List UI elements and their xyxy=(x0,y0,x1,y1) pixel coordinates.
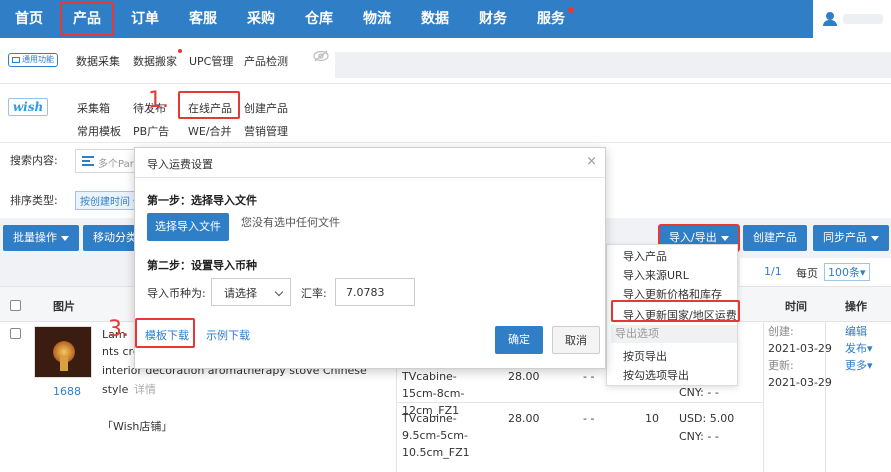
nav-finance[interactable]: 财务 xyxy=(464,0,522,38)
user-menu[interactable] xyxy=(813,0,891,38)
wish-collect-box[interactable]: 采集箱 xyxy=(77,100,110,116)
currency-label: 导入币种为: xyxy=(147,287,206,300)
variant-usd: USD: 5.00 xyxy=(679,412,735,425)
wish-logo: wish xyxy=(8,98,48,116)
dialog-title: 导入运费设置 xyxy=(147,158,213,171)
nav-home[interactable]: 首页 xyxy=(0,0,58,38)
no-file-text: 您没有选中任何文件 xyxy=(241,216,340,229)
import-shipping-dialog: 导入运费设置 × 第一步：选择导入文件 选择导入文件 您没有选中任何文件 第二步… xyxy=(134,147,606,369)
user-name-placeholder xyxy=(843,14,883,24)
eye-off-icon[interactable] xyxy=(312,50,330,62)
func-data-move[interactable]: 数据搬家 xyxy=(133,49,182,69)
nav-warehouse[interactable]: 仓库 xyxy=(290,0,348,38)
title-part: style xyxy=(102,383,129,396)
step-1-label: 1. xyxy=(148,88,169,113)
search-input[interactable]: 多个Par xyxy=(75,149,135,173)
edit-link[interactable]: 编辑 xyxy=(845,323,867,340)
menu-export-checked[interactable]: 按勾选项导出 xyxy=(623,367,689,383)
create-product-button[interactable]: 创建产品 xyxy=(743,225,807,251)
wish-pb-ads[interactable]: PB广告 xyxy=(133,123,169,139)
row-checkbox[interactable] xyxy=(10,328,21,339)
func-product-check[interactable]: 产品检测 xyxy=(244,53,288,69)
step2-title: 第二步：设置导入币种 xyxy=(147,259,257,272)
store-tag: 「Wish店铺」 xyxy=(102,420,173,433)
select-all-checkbox[interactable] xyxy=(10,300,21,311)
chevron-down-icon xyxy=(274,287,284,297)
step-3-label: 3. xyxy=(108,317,129,342)
nav-logistics[interactable]: 物流 xyxy=(348,0,406,38)
variant-qty: 10 xyxy=(645,412,659,425)
variant-dash: - - xyxy=(583,412,595,425)
rate-label: 汇率: xyxy=(301,287,327,300)
nav-services[interactable]: 服务 xyxy=(522,0,580,38)
variant-cny: CNY: - - xyxy=(679,386,719,399)
sync-product-button[interactable]: 同步产品 xyxy=(813,225,889,251)
detail-link[interactable]: 详情 xyxy=(134,381,156,398)
sort-select[interactable]: 按创建时间 ▾ xyxy=(75,191,144,210)
pagination: 1/1 每页 100条▾ xyxy=(740,258,891,286)
wish-menu: wish 采集箱 待发布 在线产品 创建产品 常用模板 PB广告 WE/合并 营… xyxy=(0,84,891,142)
menu-import-source-url[interactable]: 导入来源URL xyxy=(623,267,689,283)
publish-link[interactable]: 发布▾ xyxy=(845,340,873,357)
notification-dot xyxy=(568,7,574,13)
per-page-select[interactable]: 100条▾ xyxy=(824,263,870,281)
batch-ops-button[interactable]: 批量操作 xyxy=(3,225,79,251)
user-icon xyxy=(823,12,837,26)
variant-price: 28.00 xyxy=(508,370,540,383)
sort-label: 排序类型: xyxy=(10,194,58,207)
header-strip xyxy=(335,52,891,78)
currency-select[interactable]: 请选择 xyxy=(211,278,291,306)
wish-marketing[interactable]: 营销管理 xyxy=(244,123,288,139)
created-label: 创建: xyxy=(768,325,794,338)
export-group-label: 导出选项 xyxy=(611,325,737,343)
new-dot xyxy=(178,49,182,53)
nav-service[interactable]: 客服 xyxy=(174,0,232,38)
menu-export-page[interactable]: 按页导出 xyxy=(623,348,667,364)
variant-sku: TVcabine-9.5cm-5cm-10.5cm_FZ1 xyxy=(402,412,470,459)
dialog-header: 导入运费设置 × xyxy=(135,148,605,178)
per-page-label: 每页 xyxy=(796,267,818,280)
menu-import-product[interactable]: 导入产品 xyxy=(623,248,667,264)
product-thumbnail[interactable] xyxy=(34,326,92,378)
nav-purchase[interactable]: 采购 xyxy=(232,0,290,38)
highlight-online-products xyxy=(178,91,240,119)
variant-price: 28.00 xyxy=(508,412,540,425)
nav-product[interactable]: 产品 xyxy=(58,0,116,38)
source-link[interactable]: 1688 xyxy=(53,383,81,400)
wish-templates[interactable]: 常用模板 xyxy=(77,123,121,139)
col-image: 图片 xyxy=(53,300,75,313)
close-icon[interactable]: × xyxy=(586,154,597,169)
wish-create-product[interactable]: 创建产品 xyxy=(244,100,288,116)
col-ops: 操作 xyxy=(845,300,867,313)
confirm-button[interactable]: 确定 xyxy=(495,326,543,354)
cancel-button[interactable]: 取消 xyxy=(552,326,600,354)
caret-down-icon xyxy=(61,235,69,241)
caret-down-icon xyxy=(871,235,879,241)
caret-down-icon xyxy=(720,235,729,241)
sample-download-link[interactable]: 示例下载 xyxy=(206,327,250,343)
func-upc[interactable]: UPC管理 xyxy=(189,53,233,69)
choose-file-button[interactable]: 选择导入文件 xyxy=(147,213,229,241)
top-nav: 首页 产品 订单 客服 采购 仓库 物流 数据 财务 服务 xyxy=(0,0,891,38)
updated-time: 2021-03-29 xyxy=(768,376,832,389)
highlight-shipping-import xyxy=(611,300,740,322)
updated-label: 更新: xyxy=(768,359,794,372)
rate-input[interactable]: 7.0783 xyxy=(335,278,415,306)
step1-title: 第一步：选择导入文件 xyxy=(147,194,257,207)
monitor-icon xyxy=(12,56,20,63)
more-link[interactable]: 更多▾ xyxy=(845,357,873,374)
func-data-collect[interactable]: 数据采集 xyxy=(76,53,120,69)
general-functions-badge: 通用功能 xyxy=(8,53,58,67)
nav-order[interactable]: 订单 xyxy=(116,0,174,38)
highlight-template-download xyxy=(135,318,195,348)
nav-data[interactable]: 数据 xyxy=(406,0,464,38)
list-icon xyxy=(82,156,94,166)
variant-cny: CNY: - - xyxy=(679,430,719,443)
search-label: 搜索内容: xyxy=(10,154,58,167)
wish-merge[interactable]: WE/合并 xyxy=(188,123,232,139)
variant-dash: - - xyxy=(583,370,595,383)
col-time: 时间 xyxy=(785,300,807,313)
page-indicator[interactable]: 1/1 xyxy=(764,265,782,278)
created-time: 2021-03-29 xyxy=(768,342,832,355)
